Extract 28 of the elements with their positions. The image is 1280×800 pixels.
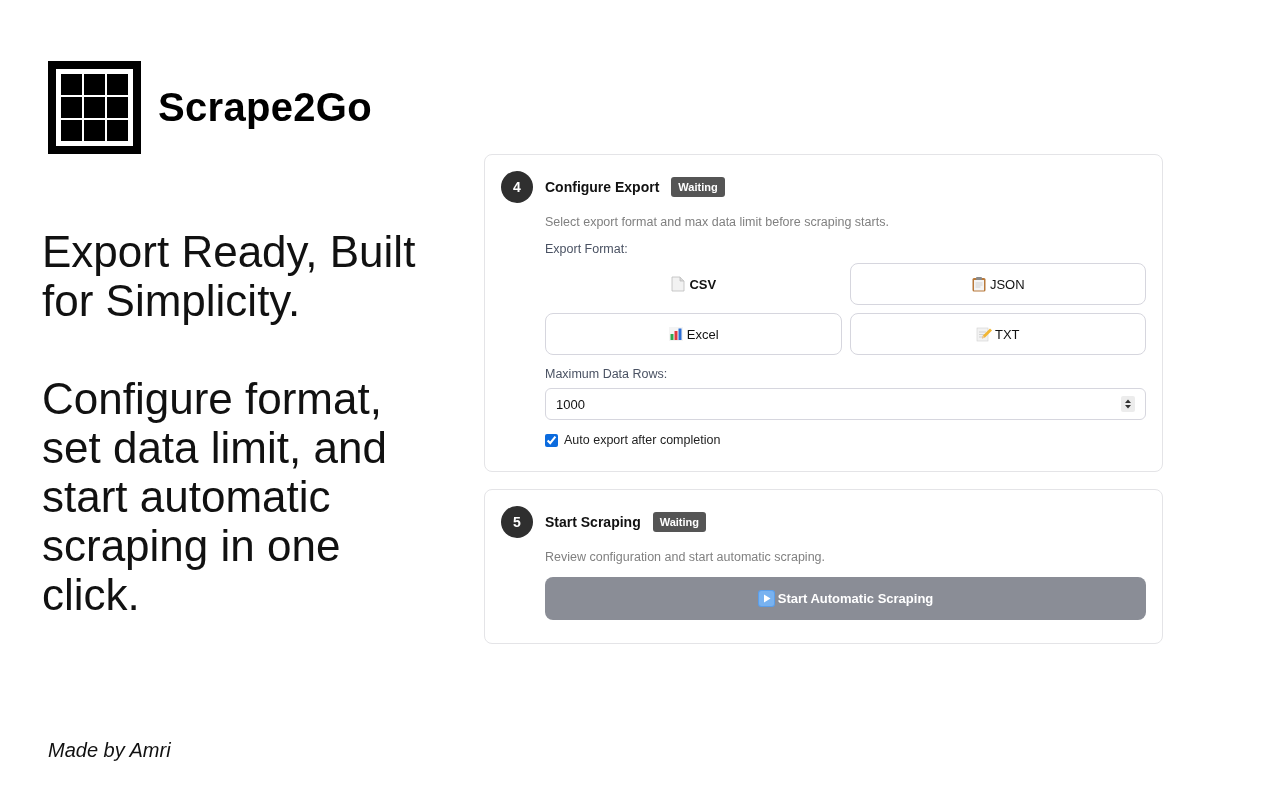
- clipboard-icon: [970, 276, 987, 292]
- format-option[interactable]: Excel: [545, 313, 842, 355]
- max-rows-input[interactable]: 1000: [545, 388, 1146, 420]
- headline: Export Ready, Built for Simplicity.: [42, 227, 417, 325]
- document-icon: [670, 276, 687, 292]
- spinner-arrows-icon: [1121, 396, 1135, 412]
- status-badge: Waiting: [652, 512, 706, 532]
- step-title: Configure Export: [545, 179, 660, 195]
- format-option[interactable]: JSON: [849, 263, 1146, 305]
- field-label: Export Format:: [545, 241, 629, 257]
- play-icon: [757, 590, 775, 607]
- checkbox-label[interactable]: Auto export after completion: [564, 433, 721, 447]
- memo-pencil-icon: [975, 326, 992, 342]
- format-option[interactable]: CSV: [545, 263, 842, 305]
- field-label: Maximum Data Rows:: [545, 366, 669, 382]
- format-option[interactable]: TXT: [849, 313, 1146, 355]
- step-number: 4: [501, 171, 533, 203]
- step-description: Review configuration and start automatic scraping.: [545, 549, 826, 565]
- step-description: Select export format and max data limit before scraping starts.: [545, 214, 890, 230]
- grid-logo-icon: [48, 61, 141, 154]
- step-title: Start Scraping: [545, 514, 641, 530]
- tagline: Configure format, set data limit, and start automatic scraping in one click.: [42, 374, 388, 619]
- auto-export-checkbox[interactable]: [545, 433, 558, 447]
- status-badge: Waiting: [671, 177, 725, 197]
- step-number: 5: [501, 506, 533, 538]
- bar-chart-icon: [667, 326, 684, 342]
- brand-name: Scrape2Go: [158, 85, 372, 130]
- author-credit: Made by Amri: [48, 739, 171, 762]
